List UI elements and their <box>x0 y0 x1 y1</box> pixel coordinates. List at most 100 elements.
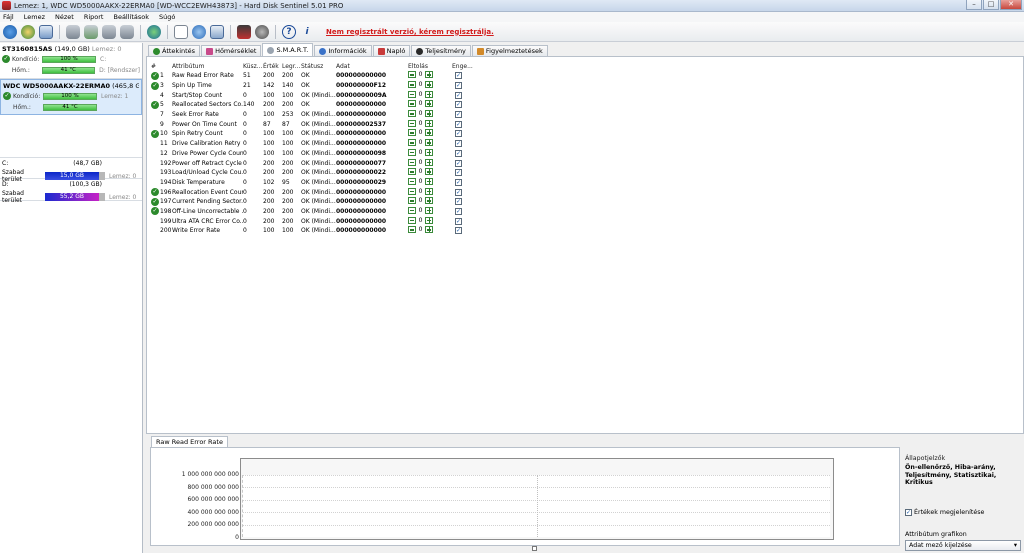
minus-icon[interactable] <box>408 177 416 185</box>
help-icon[interactable]: ? <box>282 24 296 39</box>
disk-entry-1[interactable]: WDC WD5000AAKX-22ERMA0 (465,8 GB) ✓ Kond… <box>0 79 142 115</box>
plus-icon[interactable] <box>425 81 433 89</box>
table-row[interactable]: 12 Drive Power Cycle Count 0 100 100 OK (Mind… <box>151 148 476 159</box>
minus-icon[interactable] <box>408 187 416 195</box>
refresh-icon[interactable] <box>3 24 17 39</box>
disk-scan-icon[interactable] <box>21 24 35 39</box>
table-row[interactable]: ✓ 198 Off-Line Uncorrectable ... 0 200 200 OK … <box>151 206 476 217</box>
plus-icon[interactable] <box>425 139 433 147</box>
enabled-checkbox[interactable]: ✓ <box>455 178 462 186</box>
col-enabled[interactable]: Enge... <box>452 62 476 71</box>
report-icon[interactable] <box>39 24 53 39</box>
refresh-circle-icon[interactable] <box>192 24 206 39</box>
enabled-checkbox[interactable]: ✓ <box>455 111 462 119</box>
plus-icon[interactable] <box>425 187 433 195</box>
enabled-checkbox[interactable]: ✓ <box>455 188 462 196</box>
table-row[interactable]: ✓ 5 Reallocated Sectors Co... 140 200 200 OK 00… <box>151 100 476 110</box>
plus-icon[interactable] <box>425 148 433 156</box>
disk-icon[interactable] <box>84 24 98 39</box>
menu-help[interactable]: Súgó <box>159 13 175 21</box>
minus-icon[interactable] <box>408 119 416 127</box>
enabled-checkbox[interactable]: ✓ <box>455 207 462 215</box>
enabled-checkbox[interactable]: ✓ <box>455 217 462 225</box>
show-values-checkbox[interactable]: ✓ Értékek megjelenítése <box>905 508 1023 516</box>
menu-view[interactable]: Nézet <box>55 13 74 21</box>
minus-icon[interactable] <box>408 110 416 118</box>
table-row[interactable]: ✓ 10 Spin Retry Count 0 100 100 OK (Mindi... 00… <box>151 129 476 139</box>
minus-icon[interactable] <box>408 206 416 214</box>
registration-link[interactable]: Nem regisztrált verzió, kérem regisztrál… <box>326 28 494 36</box>
table-row[interactable]: 4 Start/Stop Count 0 100 100 OK (Mindi... 0000… <box>151 90 476 100</box>
col-offset[interactable]: Eltolás <box>408 62 452 71</box>
tab-performance[interactable]: Teljesítmény <box>411 45 471 56</box>
enabled-checkbox[interactable]: ✓ <box>455 227 462 235</box>
plus-icon[interactable] <box>425 100 433 108</box>
tab-log[interactable]: Napló <box>372 45 411 56</box>
plus-icon[interactable] <box>425 90 433 98</box>
col-status[interactable]: Státusz <box>301 62 336 71</box>
plus-icon[interactable] <box>425 197 433 205</box>
plus-icon[interactable] <box>425 110 433 118</box>
minus-icon[interactable] <box>408 168 416 176</box>
plus-icon[interactable] <box>425 216 433 224</box>
enabled-checkbox[interactable]: ✓ <box>455 169 462 177</box>
minus-icon[interactable] <box>408 226 416 234</box>
enabled-checkbox[interactable]: ✓ <box>455 198 462 206</box>
table-row[interactable]: ✓ 3 Spin Up Time 21 142 140 OK 000000000F12 0 ✓ <box>151 81 476 91</box>
plus-icon[interactable] <box>425 119 433 127</box>
minus-icon[interactable] <box>408 158 416 166</box>
enabled-checkbox[interactable]: ✓ <box>455 91 462 99</box>
enabled-checkbox[interactable]: ✓ <box>455 140 462 148</box>
disk-icon[interactable] <box>120 24 134 39</box>
checkbox-checked-icon[interactable]: ✓ <box>905 508 912 516</box>
menu-report[interactable]: Riport <box>84 13 104 21</box>
enabled-checkbox[interactable]: ✓ <box>455 130 462 138</box>
enabled-checkbox[interactable]: ✓ <box>455 82 462 90</box>
plus-icon[interactable] <box>425 206 433 214</box>
menu-settings[interactable]: Beállítások <box>113 13 149 21</box>
tab-overview[interactable]: Áttekintés <box>148 45 201 56</box>
menu-disk[interactable]: Lemez <box>24 13 45 21</box>
plus-icon[interactable] <box>425 168 433 176</box>
disk-icon[interactable] <box>66 24 80 39</box>
graph-scroll-handle[interactable] <box>532 546 537 551</box>
minus-icon[interactable] <box>408 216 416 224</box>
tab-temperature[interactable]: Hőmérséklet <box>201 45 262 56</box>
disk-entry-0[interactable]: ST3160815AS (149,0 GB) Lemez: 0 ✓ Kondíc… <box>0 43 142 79</box>
enabled-checkbox[interactable]: ✓ <box>455 159 462 167</box>
table-row[interactable]: 194 Disk Temperature 0 102 95 OK (Mindi... 000… <box>151 177 476 188</box>
settings-icon[interactable] <box>255 24 269 39</box>
enabled-checkbox[interactable]: ✓ <box>455 149 462 157</box>
document-icon[interactable] <box>174 24 188 39</box>
table-row[interactable]: 193 Load/Unload Cycle Cou... 0 200 200 OK (Mi… <box>151 168 476 178</box>
table-row[interactable]: 9 Power On Time Count 0 87 87 OK (Mindi... 000… <box>151 119 476 129</box>
table-row[interactable]: 192 Power off Retract Cycle ... 0 200 200 OK … <box>151 158 476 168</box>
plus-icon[interactable] <box>425 226 433 234</box>
attribute-graph-select[interactable]: Adat mező kijelzése ▾ <box>905 539 1021 551</box>
col-attribute[interactable]: Attribútum <box>172 62 243 71</box>
table-row[interactable]: ✓ 1 Raw Read Error Rate 51 200 200 OK 000000000… <box>151 71 476 81</box>
plus-icon[interactable] <box>425 177 433 185</box>
minus-icon[interactable] <box>408 100 416 108</box>
plus-icon[interactable] <box>425 158 433 166</box>
globe-icon[interactable] <box>147 24 161 39</box>
table-row[interactable]: 200 Write Error Rate 0 100 100 OK (Mindi... 00… <box>151 226 476 236</box>
col-worst[interactable]: Legr... <box>282 62 301 71</box>
minus-icon[interactable] <box>408 90 416 98</box>
minus-icon[interactable] <box>408 139 416 147</box>
table-row[interactable]: 199 Ultra ATA CRC Error Co... 0 200 200 OK (M… <box>151 216 476 226</box>
info-icon[interactable]: i <box>300 25 314 39</box>
enabled-checkbox[interactable]: ✓ <box>455 72 462 80</box>
minus-icon[interactable] <box>408 197 416 205</box>
email-icon[interactable] <box>210 24 224 39</box>
menu-file[interactable]: Fájl <box>3 13 14 21</box>
table-row[interactable]: ✓ 196 Reallocation Event Count 0 200 200 OK (M… <box>151 187 476 197</box>
enabled-checkbox[interactable]: ✓ <box>455 101 462 109</box>
minimize-button[interactable]: – <box>966 0 982 10</box>
col-threshold[interactable]: Küsz... <box>243 62 263 71</box>
col-data[interactable]: Adat <box>336 62 408 71</box>
minus-icon[interactable] <box>408 81 416 89</box>
table-row[interactable]: 7 Seek Error Rate 0 100 253 OK (Mindi... 00000… <box>151 110 476 120</box>
tab-information[interactable]: Információk <box>314 45 372 56</box>
tab-alerts[interactable]: Figyelmeztetések <box>471 45 548 56</box>
